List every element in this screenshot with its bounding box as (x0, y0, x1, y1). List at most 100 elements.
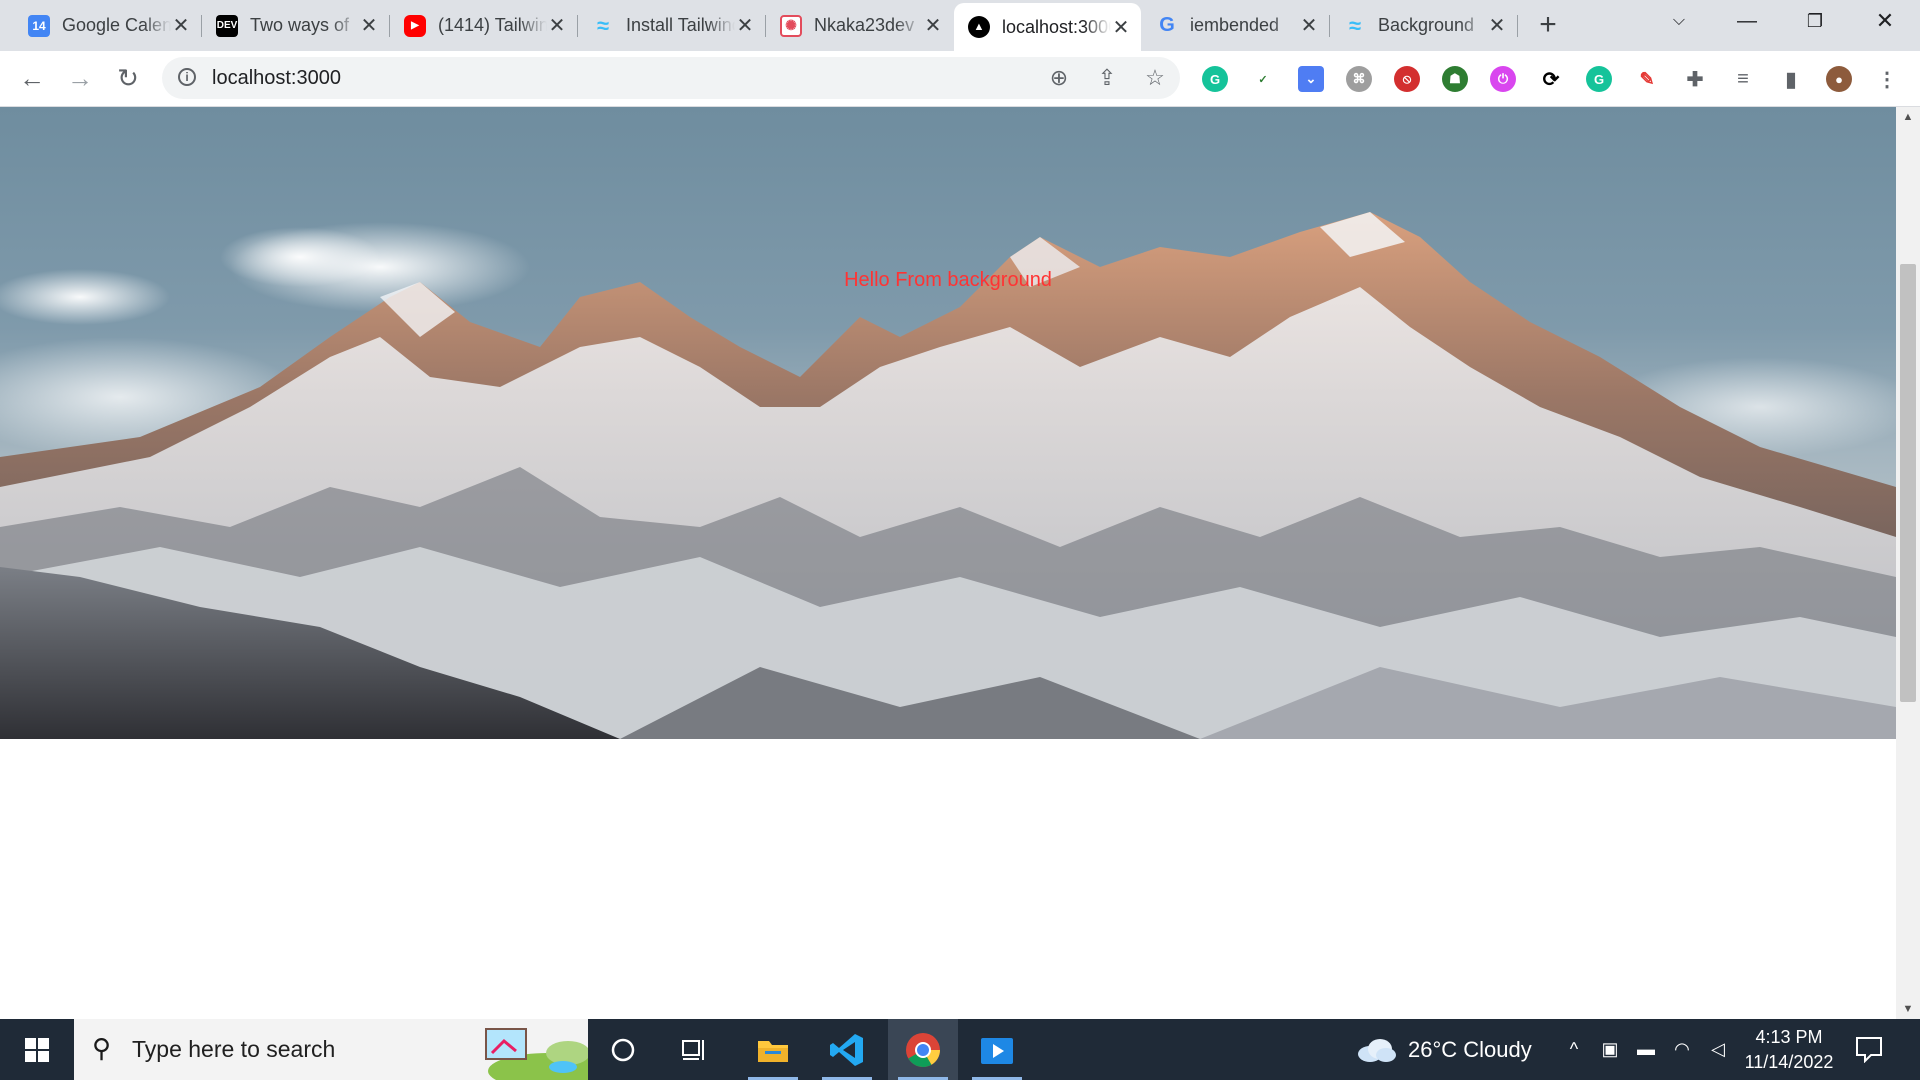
chrome-icon (906, 1032, 940, 1067)
clock-date: 11/14/2022 (1744, 1052, 1834, 1072)
vscode-icon (830, 1033, 863, 1066)
scroll-down-arrow-icon[interactable]: ▼ (1896, 999, 1920, 1019)
block-extension-icon[interactable]: ⦸ (1394, 66, 1420, 92)
tab-install-tailwind[interactable]: ≈ Install Tailwind ✕ (578, 6, 765, 45)
file-explorer-button[interactable] (738, 1019, 808, 1080)
tab-title: iembended (1190, 15, 1280, 35)
close-icon[interactable]: ✕ (923, 13, 943, 38)
tab-title: Two ways of (250, 15, 350, 35)
cloud-icon (1358, 1038, 1396, 1062)
hero-background-image: Hello From background (0, 107, 1896, 739)
android-extension-icon[interactable]: ☗ (1442, 66, 1468, 92)
weather-text: 26°C Cloudy (1408, 1036, 1532, 1062)
task-view-icon (682, 1039, 704, 1060)
media-player-button[interactable] (962, 1019, 1032, 1080)
tab-youtube[interactable]: ▶ (1414) Tailwind ✕ (390, 6, 577, 45)
tab-title: localhost:3000 (1002, 16, 1111, 37)
google-icon: G (1159, 14, 1175, 36)
page-scrollbar[interactable]: ▲ ▼ (1896, 107, 1920, 1019)
tab-iembended[interactable]: G iembended ✕ (1142, 6, 1329, 45)
weather-widget[interactable]: 26°C Cloudy (1356, 1019, 1532, 1080)
scroll-up-arrow-icon[interactable]: ▲ (1896, 107, 1920, 127)
battery-icon[interactable]: ▬ (1634, 1037, 1658, 1061)
tab-background[interactable]: ≈ Background ✕ (1330, 6, 1517, 45)
start-button[interactable] (10, 1019, 64, 1080)
media-control-icon[interactable]: ≡ (1730, 66, 1756, 92)
tab-dev[interactable]: DEV Two ways of ✕ (202, 6, 389, 45)
windows-logo-icon (25, 1037, 49, 1062)
close-window-button[interactable]: ✕ (1856, 0, 1914, 44)
profile-avatar[interactable]: ● (1826, 66, 1852, 92)
notification-center-icon[interactable] (1855, 1035, 1883, 1063)
volume-icon[interactable]: ◁ (1706, 1037, 1730, 1061)
tab-nkaka23dev[interactable]: ✺ Nkaka23dev ✕ (766, 6, 953, 45)
minimize-button[interactable]: — (1718, 0, 1776, 44)
scrollbar-thumb[interactable] (1900, 264, 1916, 702)
tab-title: Install Tailwind (626, 15, 735, 35)
folder-icon (758, 1040, 788, 1062)
chrome-button[interactable] (888, 1019, 958, 1080)
search-highlight-art-icon (468, 1023, 588, 1080)
side-panel-icon[interactable]: ▮ (1778, 66, 1804, 92)
bookmark-extension-icon[interactable]: ⌄ (1298, 66, 1324, 92)
bookmark-star-icon[interactable]: ☆ (1142, 65, 1168, 91)
wifi-icon[interactable]: ◠ (1670, 1037, 1694, 1061)
close-icon[interactable]: ✕ (735, 13, 755, 38)
back-button[interactable]: ← (14, 60, 50, 96)
puzzle-extension-icon[interactable]: ⌘ (1346, 66, 1372, 92)
cortana-button[interactable] (588, 1019, 658, 1080)
new-tab-button[interactable]: + (1530, 8, 1566, 44)
windows-taskbar: ⚲ Type here to search 26°C Cloudy ^ ▣ ▬ … (0, 1019, 1920, 1080)
tab-title: Nkaka23dev (814, 15, 915, 35)
share-icon[interactable]: ⇪ (1094, 65, 1120, 91)
tab-title: (1414) Tailwind (438, 15, 547, 35)
close-icon[interactable]: ✕ (359, 13, 379, 38)
tailwind-icon: ≈ (1348, 12, 1362, 38)
spellcheck-extension-icon[interactable]: ✓ (1250, 66, 1276, 92)
search-placeholder: Type here to search (132, 1036, 336, 1062)
extensions-puzzle-icon[interactable]: ✚ (1682, 66, 1708, 92)
page-viewport: Hello From background (0, 107, 1896, 1019)
address-bar[interactable]: i localhost:3000 ⊕ ⇪ ☆ (162, 57, 1180, 99)
taskbar-search-box[interactable]: ⚲ Type here to search (74, 1019, 588, 1080)
mountain-landscape-image (0, 212, 1896, 739)
grammarly-extension-icon[interactable]: G (1202, 66, 1228, 92)
openai-icon: ✺ (780, 14, 802, 37)
tab-localhost[interactable]: ▲ localhost:3000 ✕ (954, 3, 1141, 51)
menu-kebab-icon[interactable]: ⋮ (1874, 66, 1900, 92)
close-icon[interactable]: ✕ (1299, 13, 1319, 38)
reload-button[interactable]: ↻ (110, 60, 146, 96)
hero-text: Hello From background (844, 269, 1052, 291)
close-icon[interactable]: ✕ (171, 13, 191, 38)
vscode-button[interactable] (812, 1019, 882, 1080)
tab-google-calendar[interactable]: 14 Google Calendar ✕ (14, 6, 201, 45)
zoom-icon[interactable]: ⊕ (1046, 65, 1072, 91)
tab-strip: 14 Google Calendar ✕ DEV Two ways of ✕ ▶… (0, 0, 1920, 51)
show-hidden-icons-chevron-icon[interactable]: ^ (1562, 1037, 1586, 1061)
tab-title: Background (1378, 15, 1475, 35)
system-clock[interactable]: 4:13 PM 11/14/2022 (1734, 1025, 1844, 1075)
close-icon[interactable]: ✕ (1487, 13, 1507, 38)
tab-title: Google Calendar (62, 15, 171, 35)
close-icon[interactable]: ✕ (547, 13, 567, 38)
tailwind-icon: ≈ (596, 12, 610, 38)
clock-time: 4:13 PM (1755, 1027, 1823, 1047)
grammarly-go-extension-icon[interactable]: G (1586, 66, 1612, 92)
meet-now-icon[interactable]: ▣ (1598, 1037, 1622, 1061)
restore-button[interactable]: ❐ (1786, 0, 1844, 44)
browser-toolbar: ← → ↻ i localhost:3000 ⊕ ⇪ ☆ G ✓ ⌄ ⌘ ⦸ ☗… (0, 51, 1920, 107)
sync-extension-icon[interactable]: ⟳ (1538, 66, 1564, 92)
forward-button[interactable]: → (62, 60, 98, 96)
close-icon[interactable]: ✕ (1111, 15, 1131, 40)
task-view-button[interactable] (660, 1019, 730, 1080)
power-extension-icon[interactable]: ⏻ (1490, 66, 1516, 92)
tab-search-chevron-icon[interactable]: ⌵ (1650, 0, 1708, 44)
cortana-circle-icon (611, 1038, 635, 1061)
color-picker-extension-icon[interactable]: ✎ (1634, 66, 1660, 92)
youtube-icon: ▶ (404, 14, 426, 37)
address-url[interactable]: localhost:3000 (212, 57, 341, 99)
site-info-icon[interactable]: i (178, 68, 196, 86)
tab-separator (1517, 15, 1518, 37)
nextjs-icon: ▲ (968, 16, 990, 38)
media-player-icon (981, 1037, 1013, 1064)
